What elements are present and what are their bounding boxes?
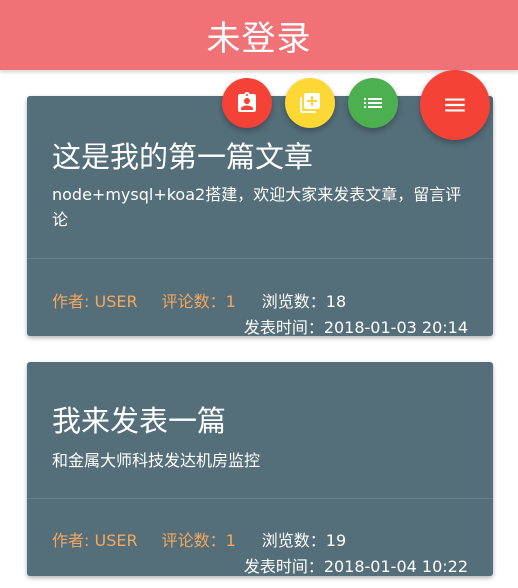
list-icon — [364, 98, 382, 108]
article-card[interactable]: 我来发表一篇 和金属大师科技发达机房监控 作者: USER 评论数：1 浏览数：19… — [27, 362, 493, 576]
article-author: 作者: USER — [52, 531, 138, 550]
article-comment-count: 评论数：1 — [161, 292, 236, 311]
divider — [27, 498, 493, 499]
login-status-title[interactable]: 未登录 — [207, 11, 312, 60]
article-card[interactable]: 这是我的第一篇文章 node+mysql+koa2搭建，欢迎大家来发表文章，留言… — [27, 96, 493, 337]
article-title[interactable]: 我来发表一篇 — [52, 398, 226, 440]
article-publish-time: 发表时间：2018-01-03 20:14 — [243, 318, 468, 337]
article-title[interactable]: 这是我的第一篇文章 — [52, 134, 313, 176]
divider — [27, 258, 493, 259]
profile-icon — [238, 92, 256, 112]
article-view-count: 浏览数：18 — [261, 292, 347, 311]
article-meta: 作者: USER 评论数：1 浏览数：19 — [52, 527, 346, 551]
article-comment-count: 评论数：1 — [161, 531, 236, 550]
add-to-queue-icon — [300, 93, 320, 113]
article-summary: node+mysql+koa2搭建，欢迎大家来发表文章，留言评论 — [52, 185, 462, 229]
menu-button[interactable] — [420, 70, 490, 140]
menu-icon — [445, 98, 465, 112]
profile-button[interactable] — [222, 78, 272, 128]
article-meta: 作者: USER 评论数：1 浏览数：18 — [52, 288, 346, 312]
article-summary: 和金属大师科技发达机房监控 — [52, 451, 261, 470]
list-button[interactable] — [348, 78, 398, 128]
article-author: 作者: USER — [52, 292, 138, 311]
add-article-button[interactable] — [285, 78, 335, 128]
app-bar: 未登录 — [0, 0, 518, 70]
article-view-count: 浏览数：19 — [261, 531, 347, 550]
article-publish-time: 发表时间：2018-01-04 10:22 — [243, 557, 468, 576]
